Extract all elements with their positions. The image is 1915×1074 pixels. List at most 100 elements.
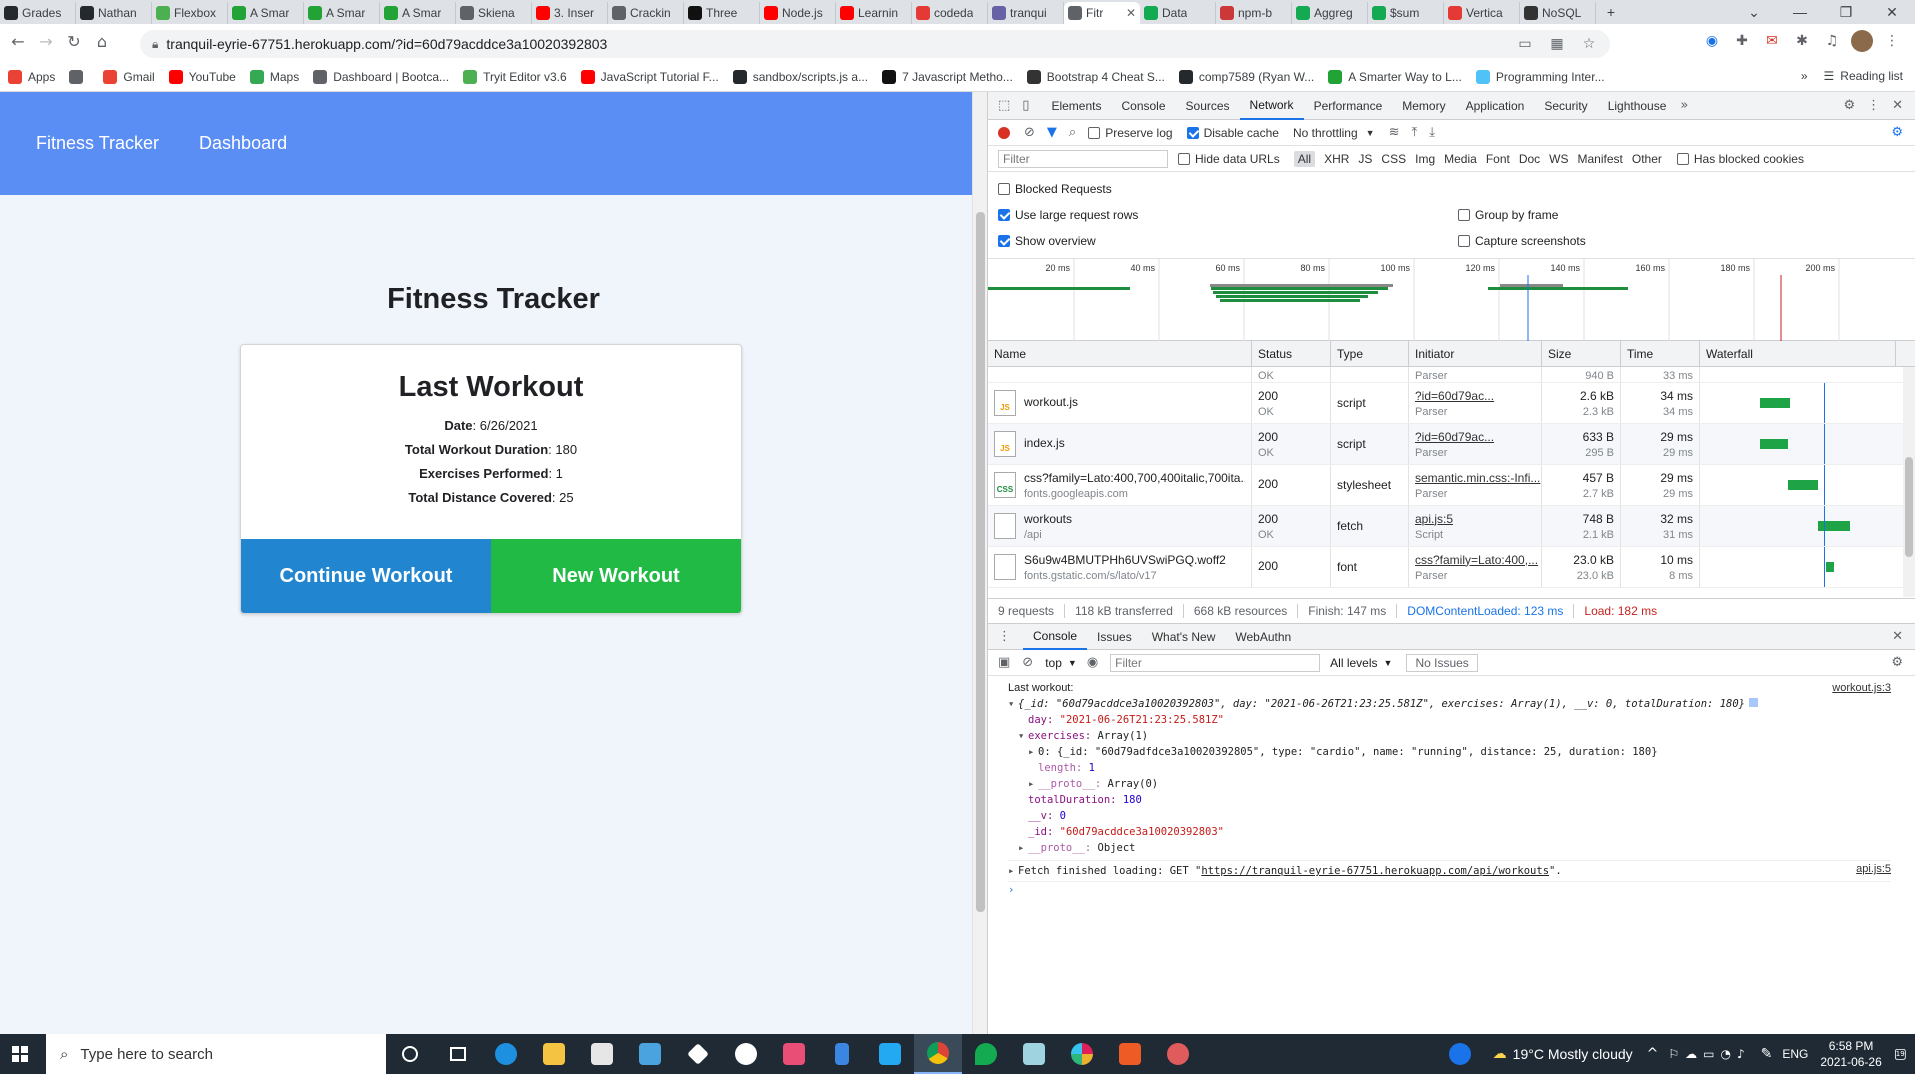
bookmark-item[interactable]: sandbox/scripts.js a... bbox=[732, 69, 868, 84]
pen-icon[interactable]: ✎ bbox=[1761, 1046, 1773, 1062]
bookmark-item[interactable]: Programming Inter... bbox=[1475, 69, 1605, 84]
bookmark-item[interactable]: JavaScript Tutorial F... bbox=[580, 69, 719, 84]
type-filter-xhr[interactable]: XHR bbox=[1324, 152, 1349, 166]
devtools-tab-lighthouse[interactable]: Lighthouse bbox=[1598, 92, 1677, 120]
close-tab-icon[interactable]: ✕ bbox=[1126, 6, 1136, 20]
console-settings-icon[interactable]: ⚙ bbox=[1891, 655, 1903, 670]
column-header-waterfall[interactable]: Waterfall bbox=[1700, 341, 1896, 366]
mail-icon[interactable] bbox=[626, 1034, 674, 1074]
browser-tab[interactable]: Vertica bbox=[1444, 2, 1520, 24]
browser-tab[interactable]: Data bbox=[1140, 2, 1216, 24]
request-initiator-link[interactable]: semantic.min.css:-Infi... bbox=[1415, 471, 1540, 485]
browser-tab[interactable]: tranqui bbox=[988, 2, 1064, 24]
new-workout-button[interactable]: New Workout bbox=[491, 539, 741, 613]
clock[interactable]: 6:58 PM 2021-06-26 bbox=[1820, 1038, 1881, 1070]
continue-workout-button[interactable]: Continue Workout bbox=[241, 539, 491, 613]
tray-icons[interactable]: ⚐☁▭◔♪ bbox=[1668, 1047, 1750, 1061]
type-filter-font[interactable]: Font bbox=[1486, 152, 1510, 166]
browser-tab[interactable]: A Smar bbox=[304, 2, 380, 24]
console-prompt[interactable]: › bbox=[1008, 881, 1891, 898]
request-initiator-link[interactable]: ?id=60d79ac... bbox=[1415, 389, 1535, 403]
type-filter-doc[interactable]: Doc bbox=[1519, 152, 1540, 166]
table-row[interactable]: workouts/api 200 OK fetch api.js:5 Script 748 … bbox=[988, 506, 1915, 547]
bookmark-item[interactable]: comp7589 (Ryan W... bbox=[1178, 69, 1314, 84]
bookmark-item[interactable]: Maps bbox=[249, 69, 299, 84]
forward-button-icon[interactable]: → bbox=[32, 32, 60, 51]
blocked-requests-checkbox[interactable]: Blocked Requests bbox=[998, 182, 1112, 196]
console-object-line[interactable]: ▾ {_id: "60d79acddce3a10020392803", day: … bbox=[1008, 696, 1891, 712]
help-icon[interactable] bbox=[1448, 1043, 1471, 1065]
capture-screenshots-checkbox[interactable]: Capture screenshots bbox=[1458, 234, 1586, 248]
bookmark-item[interactable]: Tryit Editor v3.6 bbox=[463, 69, 567, 84]
devtools-tab-performance[interactable]: Performance bbox=[1304, 92, 1393, 120]
new-tab-icon[interactable]: + bbox=[1596, 4, 1626, 20]
bookmark-item[interactable]: Gmail bbox=[103, 69, 155, 84]
column-header-name[interactable]: Name bbox=[988, 341, 1252, 366]
console-sidebar-icon[interactable]: ▣ bbox=[998, 655, 1010, 670]
browser-tab[interactable]: Crackin bbox=[608, 2, 684, 24]
chrome-icon[interactable] bbox=[914, 1034, 962, 1074]
profile-avatar[interactable] bbox=[1851, 30, 1873, 52]
console-filter-input[interactable]: Filter bbox=[1110, 653, 1321, 672]
bookmark-item[interactable]: YouTube bbox=[168, 69, 236, 84]
devtools-menu-icon[interactable]: ⋮ bbox=[1867, 98, 1880, 113]
table-row[interactable]: CSS css?family=Lato:400,700,400italic,700… bbox=[988, 465, 1915, 506]
bookmark-item[interactable]: Apps bbox=[8, 69, 55, 84]
slack-icon[interactable] bbox=[1058, 1034, 1106, 1074]
clear-console-icon[interactable]: ⊘ bbox=[1022, 655, 1033, 670]
console-prop-proto-object[interactable]: ▸ __proto__: Object bbox=[1008, 840, 1891, 856]
search-icon[interactable]: ⌕ bbox=[1069, 125, 1076, 140]
record-icon[interactable] bbox=[998, 126, 1010, 139]
browser-tab[interactable]: 3. Inser bbox=[532, 2, 608, 24]
reload-button-icon[interactable]: ↻ bbox=[60, 32, 88, 51]
devtools-tab-security[interactable]: Security bbox=[1534, 92, 1597, 120]
devtools-tab-application[interactable]: Application bbox=[1456, 92, 1535, 120]
group-by-frame-checkbox[interactable]: Group by frame bbox=[1458, 208, 1558, 222]
column-header-type[interactable]: Type bbox=[1331, 341, 1409, 366]
sourcetree-icon[interactable] bbox=[770, 1034, 818, 1074]
browser-tab[interactable]: $sum bbox=[1368, 2, 1444, 24]
bookmark-item[interactable]: Dashboard | Bootca... bbox=[313, 69, 449, 84]
request-initiator-link[interactable]: api.js:5 bbox=[1415, 512, 1535, 526]
tab-search-icon[interactable]: ⌄ bbox=[1731, 4, 1777, 21]
cortana-icon[interactable] bbox=[386, 1034, 434, 1074]
type-filter-all[interactable]: All bbox=[1293, 150, 1316, 167]
column-header-initiator[interactable]: Initiator bbox=[1409, 341, 1542, 366]
fetch-url-link[interactable]: https://tranquil-eyrie-67751.herokuapp.c… bbox=[1201, 865, 1549, 877]
bookmark-item[interactable] bbox=[69, 69, 89, 84]
windows-start-icon[interactable] bbox=[12, 1046, 28, 1062]
source-link-workout[interactable]: workout.js:3 bbox=[1832, 680, 1891, 696]
type-filter-img[interactable]: Img bbox=[1415, 152, 1435, 166]
clear-icon[interactable]: ⊘ bbox=[1024, 125, 1035, 140]
table-row[interactable]: JS workout.js 200 OK script ?id=60d79ac... Par… bbox=[988, 383, 1915, 424]
home-button-icon[interactable]: ⌂ bbox=[88, 32, 116, 51]
nav-link-dashboard[interactable]: Dashboard bbox=[199, 133, 287, 154]
drawer-tab-issues[interactable]: Issues bbox=[1087, 624, 1142, 650]
mongodb-compass-icon[interactable] bbox=[962, 1034, 1010, 1074]
extension-mail-icon[interactable]: ✉ bbox=[1761, 30, 1783, 52]
cast-icon[interactable]: ▭ bbox=[1514, 33, 1536, 55]
log-levels-select[interactable]: All levels ▼ bbox=[1330, 656, 1392, 670]
network-filter-input[interactable]: Filter bbox=[998, 149, 1168, 168]
type-filter-media[interactable]: Media bbox=[1444, 152, 1477, 166]
browser-tab[interactable]: Aggreg bbox=[1292, 2, 1368, 24]
notification-icon[interactable]: ▢ 19 bbox=[1894, 1046, 1907, 1062]
postman-icon[interactable] bbox=[1106, 1034, 1154, 1074]
table-row[interactable]: S6u9w4BMUTPHh6UVSwiPGQ.woff2 fonts.gstati… bbox=[988, 547, 1915, 588]
browser-tab[interactable]: A Smar bbox=[380, 2, 456, 24]
type-filter-css[interactable]: CSS bbox=[1381, 152, 1406, 166]
app-icon[interactable] bbox=[1154, 1034, 1202, 1074]
type-filter-ws[interactable]: WS bbox=[1549, 152, 1568, 166]
browser-tab[interactable]: Three bbox=[684, 2, 760, 24]
inspect-element-icon[interactable]: ⬚ bbox=[998, 98, 1010, 113]
network-overview-timeline[interactable]: 20 ms 40 ms 60 ms 80 ms 100 ms 120 ms 140 ms 16… bbox=[988, 259, 1915, 341]
type-filter-other[interactable]: Other bbox=[1632, 152, 1662, 166]
back-button-icon[interactable]: ← bbox=[4, 32, 32, 51]
close-window-icon[interactable]: ✕ bbox=[1869, 4, 1915, 21]
browser-tab[interactable]: codeda bbox=[912, 2, 988, 24]
browser-tab[interactable]: Flexbox bbox=[152, 2, 228, 24]
nav-link-fitness-tracker[interactable]: Fitness Tracker bbox=[36, 133, 159, 154]
vscode-icon[interactable] bbox=[866, 1034, 914, 1074]
network-conditions-icon[interactable]: ≋ bbox=[1389, 125, 1400, 140]
table-row[interactable]: JS index.js 200 OK script ?id=60d79ac... Parse… bbox=[988, 424, 1915, 465]
